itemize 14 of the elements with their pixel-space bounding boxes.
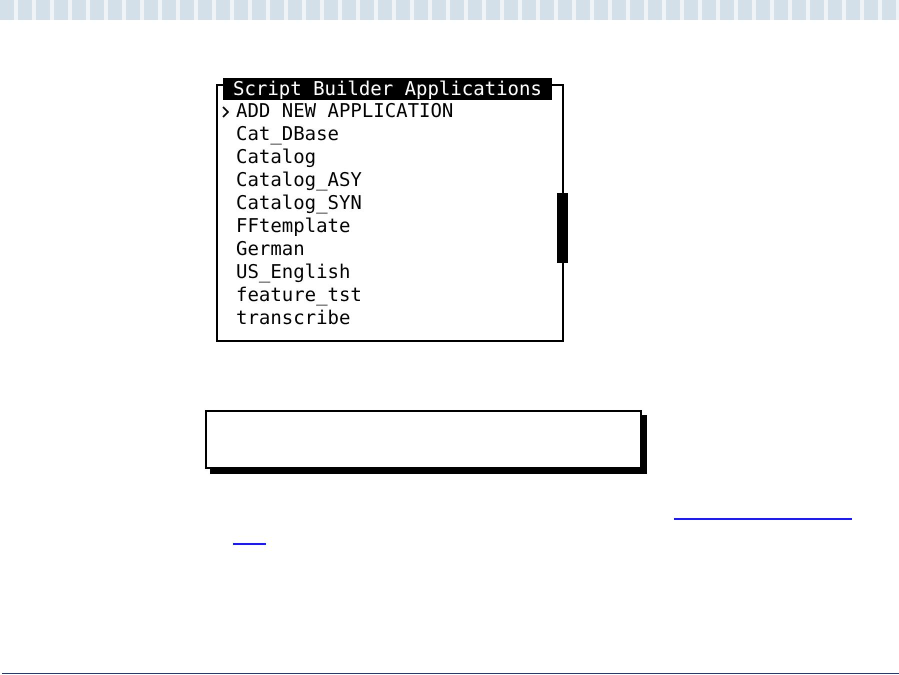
menu-item[interactable]: ADD NEW APPLICATION (236, 100, 454, 123)
menu-item[interactable]: Catalog_ASY (236, 169, 362, 192)
menu-item[interactable]: Cat_DBase (236, 123, 339, 146)
link-underline[interactable] (674, 518, 852, 520)
menu-item[interactable]: Catalog (236, 146, 316, 169)
menu-item[interactable]: Catalog_SYN (236, 192, 362, 215)
menu-item[interactable]: transcribe (236, 307, 350, 330)
menu-item[interactable]: FFtemplate (236, 215, 350, 238)
menu-item[interactable]: German (236, 238, 305, 261)
menu-item[interactable]: feature_tst (236, 284, 362, 307)
link-underline[interactable] (233, 543, 266, 545)
menu-item[interactable]: US_English (236, 261, 350, 284)
menu-title: Script Builder Applications (223, 78, 552, 100)
scrollbar-thumb[interactable] (557, 193, 568, 263)
